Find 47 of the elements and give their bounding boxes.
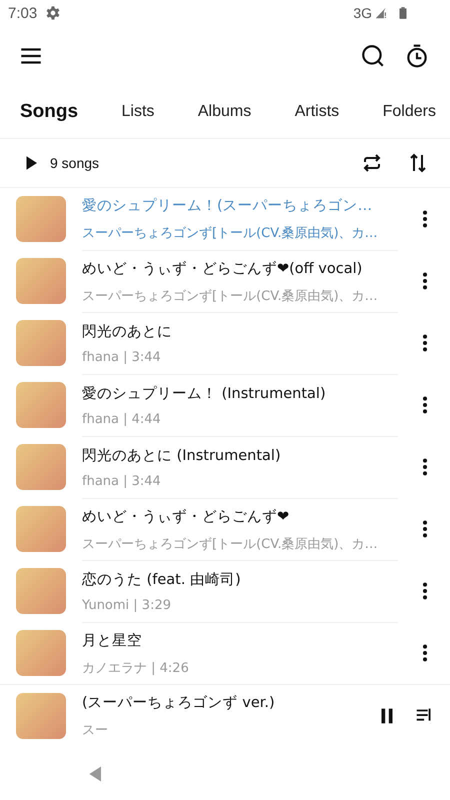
- song-title: めいど・うぃず・どらごんず❤(off vocal): [82, 260, 362, 278]
- song-title: めいど・うぃず・どらごんず❤: [82, 508, 290, 526]
- song-row[interactable]: 閃光のあとに (Instrumental) fhana | 3:44: [0, 436, 450, 498]
- tab[interactable]: Albums: [190, 95, 260, 129]
- song-row[interactable]: めいど・うぃず・どらごんず❤(off vocal) スーパーちょろゴンず[トール(CV.桑原由気)、カ…: [0, 250, 450, 312]
- song-title: 閃光のあとに (Instrumental): [82, 447, 281, 465]
- song-artist: スーパーちょろゴンず[トール(CV.桑原由気)、カ…: [82, 536, 378, 552]
- song-artist: カノエラナ | 4:26: [82, 660, 189, 676]
- album-art: [16, 196, 66, 242]
- song-count: 9 songs: [50, 155, 100, 171]
- album-art: [16, 630, 66, 676]
- song-title: 月と星空: [82, 632, 142, 650]
- song-title: 愛のシュプリーム！(スーパーちょろゴン…: [82, 196, 372, 215]
- tab[interactable]: Songs: [12, 93, 86, 131]
- signal-icon: [374, 6, 388, 20]
- song-artist: Yunomi | 3:29: [82, 598, 171, 613]
- album-art: [16, 320, 66, 366]
- search-icon[interactable]: [360, 43, 386, 69]
- song-artist: fhana | 4:44: [82, 412, 161, 427]
- song-row[interactable]: 閃光のあとに fhana | 3:44: [0, 312, 450, 374]
- song-artist: スーパーちょろゴンず[トール(CV.桑原由気)、カ…: [82, 288, 378, 304]
- tab[interactable]: Artists: [286, 95, 348, 129]
- song-row[interactable]: 月と星空 カノエラナ | 4:26: [0, 622, 450, 684]
- album-art: [16, 568, 66, 614]
- album-art: [16, 382, 66, 428]
- album-art: [16, 258, 66, 304]
- album-art: [16, 693, 66, 739]
- song-title: (スーパーちょろゴンず ver.): [82, 694, 275, 712]
- song-artist: fhana | 3:44: [82, 350, 161, 365]
- song-row[interactable]: 愛のシュプリーム！ (Instrumental) fhana | 4:44: [0, 374, 450, 436]
- album-art: [16, 506, 66, 552]
- tab[interactable]: Folders: [374, 95, 444, 129]
- gear-icon: [45, 5, 62, 21]
- song-title: 閃光のあとに: [82, 323, 172, 341]
- album-art: [16, 444, 66, 490]
- status-time: 7:03: [8, 4, 38, 22]
- mini-player[interactable]: (スーパーちょろゴンず ver.) スー: [0, 684, 450, 747]
- network-label: 3G: [353, 5, 372, 21]
- song-title: 恋のうた (feat. 由崎司): [82, 570, 241, 589]
- song-row[interactable]: めいど・うぃず・どらごんず❤ スーパーちょろゴンず[トール(CV.桑原由気)、カ…: [0, 498, 450, 560]
- song-row[interactable]: 恋のうた (feat. 由崎司) Yunomi | 3:29: [0, 560, 450, 622]
- song-artist: スー: [82, 722, 108, 739]
- song-artist: スーパーちょろゴンず[トール(CV.桑原由気)、カ…: [82, 225, 378, 242]
- tab[interactable]: Lists: [114, 95, 162, 129]
- song-artist: fhana | 3:44: [82, 474, 161, 489]
- song-row[interactable]: 愛のシュプリーム！(スーパーちょろゴン… スーパーちょろゴンず[トール(CV.桑原由気)、カ…: [0, 188, 450, 250]
- song-title: 愛のシュプリーム！ (Instrumental): [82, 384, 326, 403]
